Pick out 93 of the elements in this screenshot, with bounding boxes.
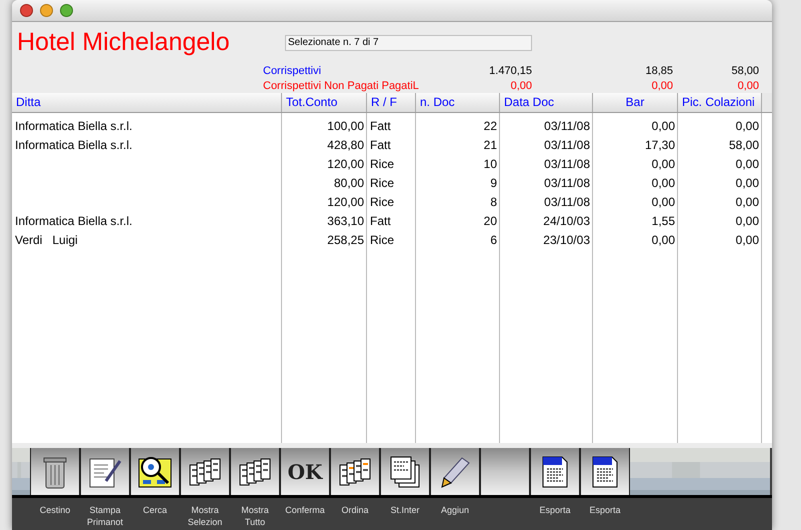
table-cell-text: 0,00: [650, 194, 676, 211]
toolbar-button[interactable]: [330, 448, 380, 495]
table-cell-text: 8: [489, 194, 498, 211]
toolbar-button[interactable]: OK: [280, 448, 330, 495]
totals-value: 1.470,15: [488, 64, 532, 78]
table-cell-text: Informatica Biella s.r.l.: [14, 213, 134, 230]
column-header[interactable]: R / F: [367, 93, 416, 112]
table-cell-text: Fatt: [369, 213, 392, 230]
table-cell-text: Rice: [369, 194, 396, 211]
document-icon: [541, 454, 569, 488]
trash-icon: [43, 454, 67, 488]
toolbar-label: Esporta: [538, 504, 572, 517]
ok-label: OK: [288, 458, 322, 486]
column-header[interactable]: n. Doc: [416, 93, 500, 112]
table-cell-text: 258,25: [326, 232, 365, 249]
table-cell-text: 58,00: [728, 137, 760, 154]
table-cell-text: 03/11/08: [543, 118, 591, 135]
close-button[interactable]: [20, 4, 33, 17]
table-cell-text: 100,00: [326, 118, 365, 135]
table-cell-text: 120,00: [326, 156, 365, 173]
table-cell-text: 9: [489, 175, 498, 192]
toolbar-button[interactable]: [580, 448, 630, 495]
table-cell-text: Informatica Biella s.r.l.: [14, 118, 134, 135]
table-cell-text: Rice: [369, 232, 396, 249]
toolbar-label: Esporta: [588, 504, 622, 517]
toolbar-button[interactable]: [180, 448, 230, 495]
table-cell-text: 03/11/08: [543, 156, 591, 173]
selection-field[interactable]: Selezionate n. 7 di 7: [285, 34, 532, 50]
table-cell-text: 120,00: [326, 194, 365, 211]
document-icon: [591, 454, 619, 488]
table-cell-text: Fatt: [369, 118, 392, 135]
column-header[interactable]: Pic. Colazioni: [678, 93, 762, 112]
column-header[interactable]: Ditta: [12, 93, 282, 112]
table-cell-text: 80,00: [332, 175, 365, 192]
table-cell-text: 0,00: [650, 156, 676, 173]
toolbar-label: Cerca: [142, 504, 168, 517]
totals-value: 0,00: [650, 79, 673, 93]
table-cell-text: 0,00: [734, 118, 760, 135]
toolbar-button[interactable]: [530, 448, 580, 495]
toolbar-button[interactable]: [380, 448, 430, 495]
table-cell-text: Verdi Luigi: [14, 232, 79, 249]
toolbar-button[interactable]: [230, 448, 280, 495]
table-cell-text: 21: [482, 137, 498, 154]
toolbar-label: St.Inter: [389, 504, 420, 517]
table-cell-text: 24/10/03: [542, 213, 591, 230]
totals-value: 0,00: [510, 79, 532, 93]
totals-value: 18,85: [644, 64, 673, 78]
table-cell-text: 20: [482, 213, 498, 230]
totals-value: 0,00: [736, 79, 759, 93]
table-cell-text: 0,00: [650, 175, 676, 192]
table-cell-text: Rice: [369, 175, 396, 192]
column-header[interactable]: Tot.Conto: [282, 93, 367, 112]
table-cell-text: 23/10/03: [542, 232, 591, 249]
toolbar-label: Stampa Primanot: [86, 504, 124, 528]
table-cell-text: 428,80: [326, 137, 365, 154]
table-cell-text: 17,30: [644, 137, 676, 154]
table-cell-text: 1,55: [650, 213, 676, 230]
table-cell-text: 03/11/08: [543, 137, 591, 154]
toolbar-label: Aggiun: [440, 504, 470, 517]
toolbar-button[interactable]: [80, 448, 130, 495]
toolbar-label: Conferma: [284, 504, 326, 517]
table-cell-text: 0,00: [650, 232, 676, 249]
toolbar-label: Mostra Selezion: [186, 504, 224, 528]
table-cell-text: 03/11/08: [543, 175, 591, 192]
toolbar-button[interactable]: [480, 448, 530, 495]
toolbar-label: Ordina: [340, 504, 370, 517]
table-cell-text: 363,10: [326, 213, 365, 230]
table-cell-text: 0,00: [734, 213, 760, 230]
toolbar-button[interactable]: [30, 448, 80, 495]
table-cell-text: Fatt: [369, 137, 392, 154]
table-cell-text: 03/11/08: [543, 194, 591, 211]
table-cell-text: Informatica Biella s.r.l.: [14, 137, 134, 154]
table-cell-text: 0,00: [734, 232, 760, 249]
toolbar-button[interactable]: [130, 448, 180, 495]
window-title: Hotel Michelangelo: [16, 26, 231, 58]
toolbar-button[interactable]: [430, 448, 480, 495]
table-cell-text: 0,00: [734, 156, 760, 173]
table-cell-text: 0,00: [734, 194, 760, 211]
table-cell-text: 6: [489, 232, 498, 249]
table-cell-text: 22: [482, 118, 498, 135]
table-cell-text: 10: [482, 156, 498, 173]
table-cell-text: 0,00: [650, 118, 676, 135]
totals-label: Corrispettivi: [263, 64, 322, 78]
column-header[interactable]: Data Doc: [500, 93, 593, 112]
toolbar-label: Cestino: [38, 504, 72, 517]
column-header[interactable]: Bar: [593, 93, 678, 112]
table-cell-text: Rice: [369, 156, 396, 173]
table-cell-text: 0,00: [734, 175, 760, 192]
toolbar-label: Mostra Tutto: [240, 504, 270, 528]
totals-label: Corrispettivi Non Pagati PagatiL: [263, 79, 420, 93]
zoom-button[interactable]: [60, 4, 73, 17]
minimize-button[interactable]: [40, 4, 53, 17]
totals-value: 58,00: [730, 64, 759, 78]
